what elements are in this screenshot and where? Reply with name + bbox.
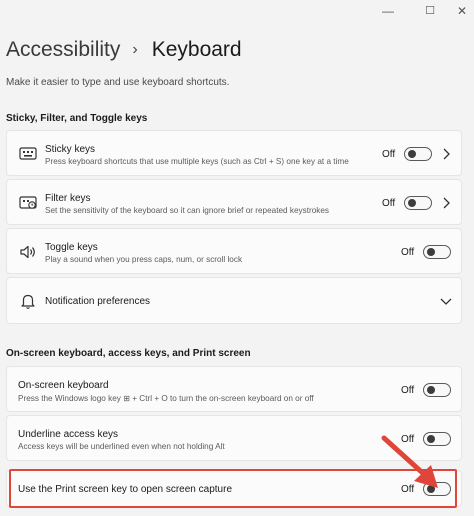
breadcrumb-separator: › [132, 41, 138, 58]
onscreen-keyboard-row: On-screen keyboard Press the Windows log… [6, 366, 462, 412]
onscreen-keyboard-toggle[interactable] [423, 383, 451, 397]
sticky-keys-state: Off [382, 149, 396, 160]
breadcrumb-accessibility[interactable]: Accessibility [6, 38, 120, 62]
onscreen-keyboard-state: Off [401, 385, 415, 396]
filter-keys-desc: Set the sensitivity of the keyboard so i… [45, 206, 329, 215]
page-subtitle: Make it easier to type and use keyboard … [6, 77, 230, 88]
toggle-keys-desc: Play a sound when you press caps, num, o… [45, 255, 243, 264]
filter-keys-toggle[interactable] [404, 196, 432, 210]
minimize-button[interactable]: — [380, 3, 396, 19]
onscreen-keyboard-desc: Press the Windows logo key ⊞ + Ctrl + O … [18, 394, 314, 403]
underline-access-keys-desc: Access keys will be underlined even when… [18, 442, 225, 451]
onscreen-keyboard-title: On-screen keyboard [18, 380, 109, 391]
toggle-keys-title: Toggle keys [45, 242, 98, 253]
underline-access-keys-title: Underline access keys [18, 429, 119, 440]
sticky-keys-toggle[interactable] [404, 147, 432, 161]
filter-keys-row[interactable]: Filter keys Set the sensitivity of the k… [6, 179, 462, 225]
keyboard-icon [19, 147, 37, 160]
breadcrumb: Accessibility › Keyboard [6, 38, 242, 62]
notification-preferences-row[interactable]: Notification preferences [6, 277, 462, 324]
sticky-keys-row[interactable]: Sticky keys Press keyboard shortcuts tha… [6, 130, 462, 176]
section-heading-sticky-filter-toggle: Sticky, Filter, and Toggle keys [6, 113, 148, 124]
close-button[interactable]: ✕ [454, 3, 470, 19]
maximize-button[interactable]: ☐ [422, 3, 438, 19]
notification-preferences-title: Notification preferences [45, 296, 151, 307]
filter-keys-title: Filter keys [45, 193, 91, 204]
sticky-keys-desc: Press keyboard shortcuts that use multip… [45, 157, 349, 166]
toggle-keys-row: Toggle keys Play a sound when you press … [6, 228, 462, 274]
chevron-right-icon[interactable] [441, 197, 451, 209]
toggle-keys-state: Off [401, 247, 415, 258]
chevron-right-icon[interactable] [441, 148, 451, 160]
page-title: Keyboard [151, 38, 242, 61]
section-heading-onscreen: On-screen keyboard, access keys, and Pri… [6, 348, 251, 359]
keyboard-timer-icon [19, 196, 37, 209]
annotation-arrow-icon [381, 435, 438, 488]
bell-icon [21, 294, 35, 309]
sticky-keys-title: Sticky keys [45, 144, 96, 155]
filter-keys-state: Off [382, 198, 396, 209]
speaker-icon [20, 245, 35, 259]
title-bar: — ☐ ✕ [0, 0, 474, 22]
toggle-keys-toggle[interactable] [423, 245, 451, 259]
chevron-down-icon[interactable] [440, 296, 452, 306]
